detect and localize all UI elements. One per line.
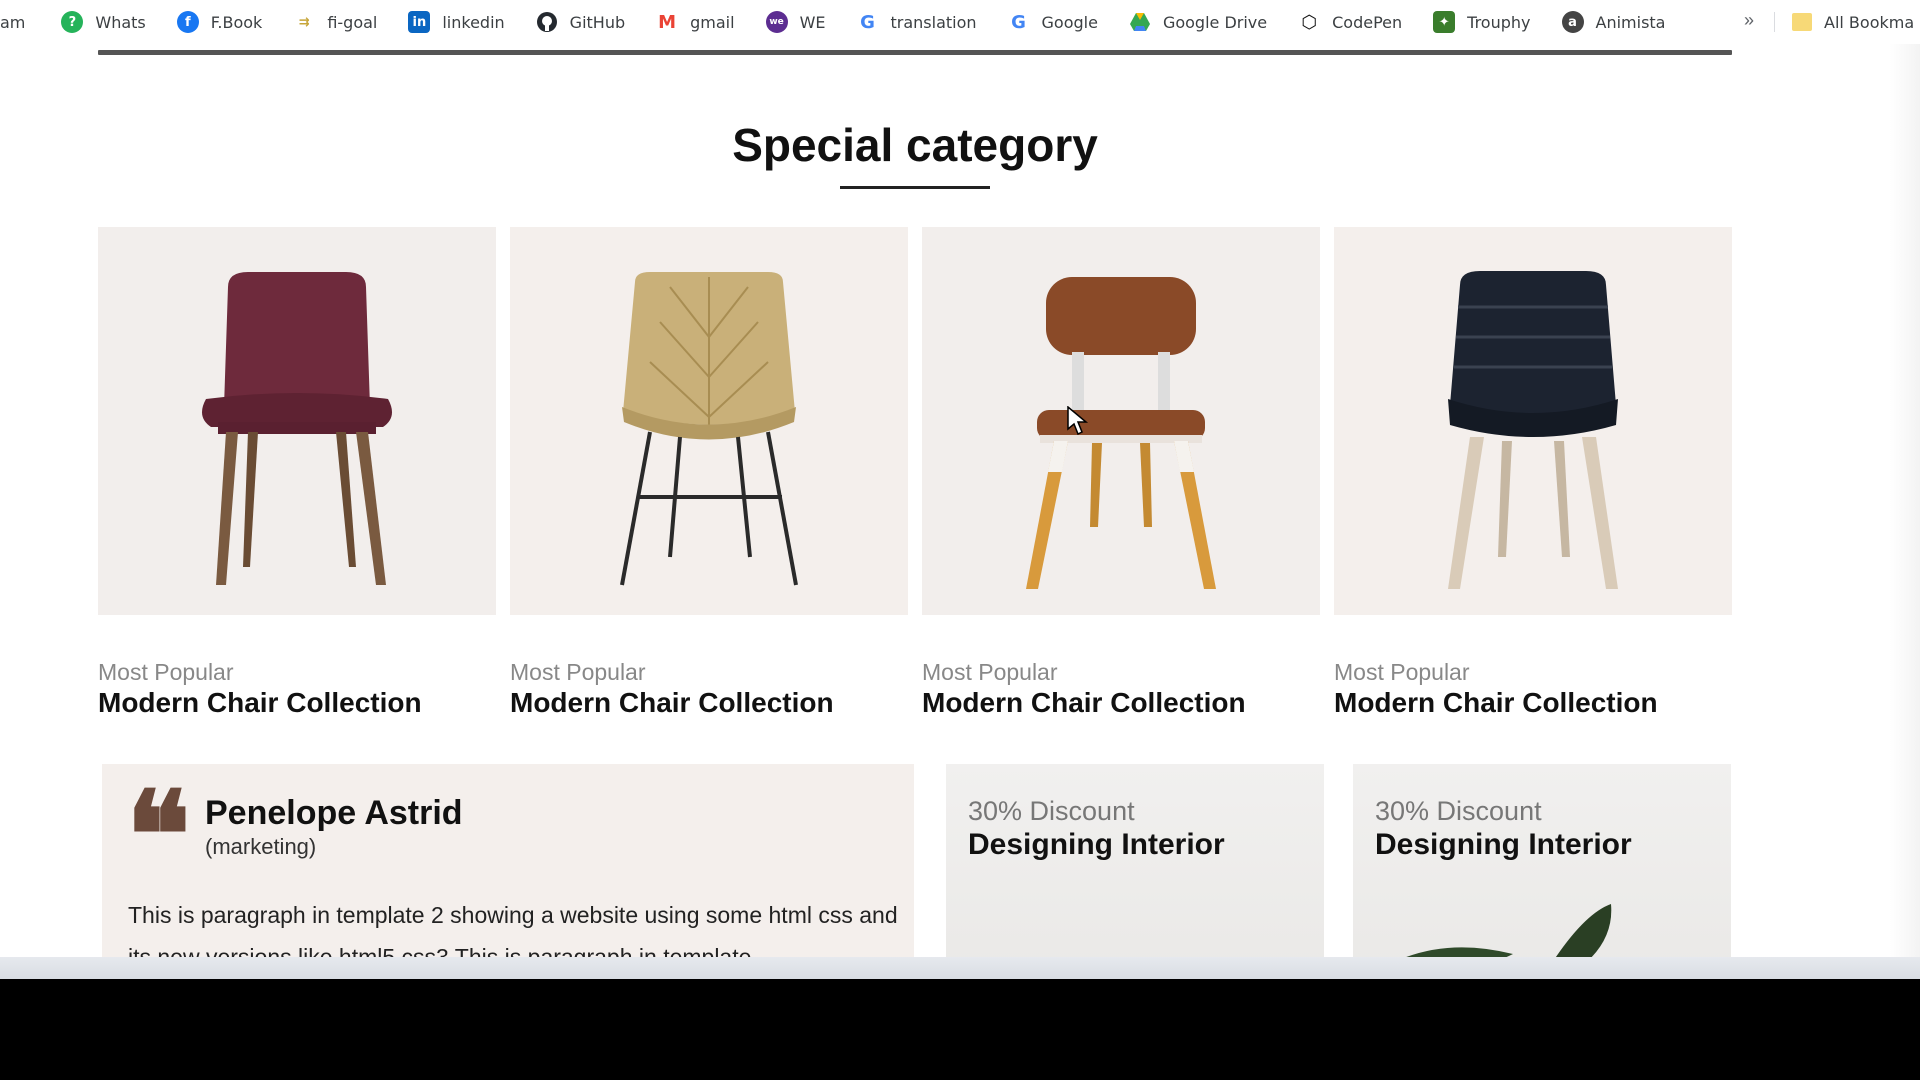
product-kicker: Most Popular [922,659,1058,685]
bookmark-label: fi-goal [327,12,378,32]
google-translate-icon: G [860,11,875,33]
promo-card[interactable]: 30% Discount Designing Interior [1353,764,1731,957]
product-kicker: Most Popular [98,659,234,685]
product-image[interactable] [922,227,1320,615]
product-card[interactable]: Most Popular Modern Chair Collection [510,227,908,718]
bookmark-fbook[interactable]: f F.Book [176,11,263,33]
letterbox-bar [0,979,1920,1080]
quote-icon: ❝ [126,765,191,906]
promo-title: Designing Interior [968,828,1225,861]
bookmark-label: am [0,12,26,32]
testimonial-role: (marketing) [205,834,317,859]
bookmark-label: Animista [1595,12,1666,32]
product-card[interactable]: Most Popular Modern Chair Collection [98,227,496,718]
bookmark-label: Google [1041,12,1098,32]
bookmark-label: gmail [690,12,735,32]
google-drive-icon [1129,11,1151,33]
animista-icon: a [1561,11,1584,33]
fi-goal-icon: ⇉ [298,14,310,30]
page-viewport: Special category Most Popular Modern Cha… [0,44,1920,957]
folder-icon [1792,13,1812,31]
bookmark-animista[interactable]: a Animista [1561,11,1666,33]
bookmark-whats[interactable]: ? Whats [61,11,146,33]
bookmarks-bar: am ? Whats f F.Book ⇉ fi-goal in linkedi… [0,0,1920,44]
bookmark-gmail[interactable]: M gmail [656,11,734,33]
bookmark-fi-goal[interactable]: ⇉ fi-goal [293,11,378,33]
whatsapp-icon: ? [61,11,84,33]
bookmark-label: WE [799,12,826,32]
bookmark-label: linkedin [442,12,505,32]
testimonial-card: ❝ Penelope Astrid (marketing) This is pa… [102,764,914,957]
product-image[interactable] [510,227,908,615]
bookmark-label: F.Book [210,12,263,32]
bookmark-google-drive[interactable]: Google Drive [1129,11,1267,33]
bookmark-label: CodePen [1332,12,1403,32]
bookmark-label: Trouphy [1467,12,1531,32]
linkedin-icon: in [408,11,431,33]
facebook-icon: f [176,11,199,33]
testimonial-name: Penelope Astrid [205,794,463,832]
bookmark-linkedin[interactable]: in linkedin [408,11,505,33]
promo-card[interactable]: 30% Discount Designing Interior [946,764,1324,957]
github-icon [536,11,558,33]
plant-leaves-image [1406,904,1612,957]
bookmark-codepen[interactable]: ⬡ CodePen [1298,11,1402,33]
mouse-cursor-icon [1067,406,1089,436]
chair-leather-wood-image [1026,277,1216,589]
product-card[interactable]: Most Popular Modern Chair Collection [922,227,1320,718]
section-title: Special category [732,119,1098,171]
bookmark-label: translation [890,12,977,32]
product-kicker: Most Popular [510,659,646,685]
promo-kicker: 30% Discount [968,796,1135,826]
product-image[interactable] [1334,227,1732,615]
product-name[interactable]: Modern Chair Collection [510,687,834,719]
bookmark-github[interactable]: GitHub [536,11,625,33]
google-icon: G [1011,11,1026,33]
bookmark-label: Whats [95,12,146,32]
bookmark-translation[interactable]: G translation [857,11,977,33]
all-bookmarks-button[interactable]: All Bookma [1792,0,1914,44]
bookmark-we[interactable]: we WE [765,11,826,33]
bookmark-truncated[interactable]: am [0,13,25,32]
codepen-icon: ⬡ [1301,11,1317,33]
title-underline [840,186,990,189]
product-kicker: Most Popular [1334,659,1470,685]
we-icon: we [765,11,788,33]
chair-rattan-image [620,272,798,586]
product-name[interactable]: Modern Chair Collection [922,687,1246,719]
chair-black-padded-image [1448,271,1618,589]
gmail-icon: M [658,11,677,33]
trouphy-icon: ✦ [1433,11,1456,33]
product-name[interactable]: Modern Chair Collection [1334,687,1658,719]
bookmark-label: Google Drive [1162,12,1268,32]
bookmarks-overflow-chevron-icon[interactable]: » [1744,10,1754,31]
bookmarks-separator [1774,12,1775,32]
all-bookmarks-label: All Bookma [1824,12,1915,32]
chair-burgundy-image [202,272,392,585]
product-image[interactable] [98,227,496,615]
product-name[interactable]: Modern Chair Collection [98,687,422,719]
product-card[interactable]: Most Popular Modern Chair Collection [1334,227,1732,718]
taskbar [0,957,1920,979]
page-edge-shadow [1890,44,1920,957]
bookmark-google[interactable]: G Google [1008,11,1098,33]
testimonial-text: This is paragraph in template 2 showing … [128,902,898,957]
bookmark-label: GitHub [569,12,626,32]
bookmark-trouphy[interactable]: ✦ Trouphy [1433,11,1531,33]
top-divider [98,50,1732,55]
